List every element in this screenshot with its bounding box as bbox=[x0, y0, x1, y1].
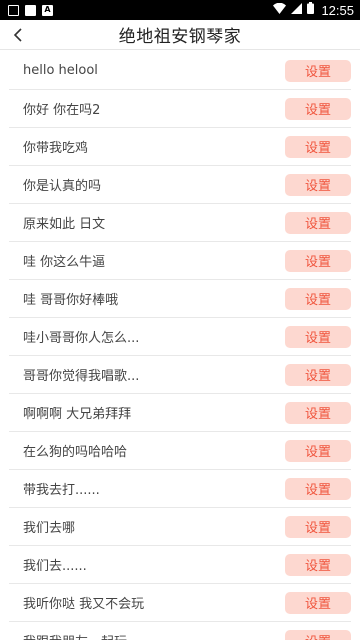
list-item-label: 你是认真的吗 bbox=[23, 179, 102, 194]
settings-button[interactable]: 设置 bbox=[285, 211, 351, 234]
settings-button[interactable]: 设置 bbox=[285, 287, 351, 310]
status-time: 12:55 bbox=[321, 2, 354, 18]
list-item: 啊啊啊 大兄弟拜拜 设置 bbox=[9, 394, 351, 432]
settings-button[interactable]: 设置 bbox=[285, 629, 351, 640]
list-item: 你是认真的吗 设置 bbox=[9, 166, 351, 204]
wifi-icon bbox=[273, 2, 287, 18]
list-item: 哇 哥哥你好棒哦 设置 bbox=[9, 280, 351, 318]
list-item-label: 啊啊啊 大兄弟拜拜 bbox=[23, 407, 132, 422]
list-item-label: 你好 你在吗2 bbox=[23, 103, 101, 118]
list-item: 原来如此 日文 设置 bbox=[9, 204, 351, 242]
notification-box-icon bbox=[8, 4, 19, 16]
list-item-label: 带我去打...... bbox=[23, 483, 100, 498]
list-item: 哇 你这么牛逼 设置 bbox=[9, 242, 351, 280]
settings-button[interactable]: 设置 bbox=[285, 135, 351, 158]
list-item: 你带我吃鸡 设置 bbox=[9, 128, 351, 166]
list-item-label: 哇小哥哥你人怎么... bbox=[23, 331, 140, 346]
settings-button[interactable]: 设置 bbox=[285, 439, 351, 462]
settings-button[interactable]: 设置 bbox=[285, 363, 351, 386]
settings-button[interactable]: 设置 bbox=[285, 591, 351, 614]
list-item-label: 我跟我朋友一起玩 bbox=[23, 631, 127, 640]
status-bar: A 12:55 bbox=[0, 0, 360, 20]
settings-list: hello helool 设置 你好 你在吗2 设置 你带我吃鸡 设置 你是认真的吗 设置 原来… bbox=[0, 52, 360, 640]
list-item: 我们去...... 设置 bbox=[9, 546, 351, 584]
list-item-label: 你带我吃鸡 bbox=[23, 141, 89, 156]
list-item: 哇小哥哥你人怎么... 设置 bbox=[9, 318, 351, 356]
list-item: hello helool 设置 bbox=[9, 52, 351, 90]
list-item: 你好 你在吗2 设置 bbox=[9, 90, 351, 128]
app-header: 绝地祖安钢琴家 bbox=[0, 20, 360, 50]
notification-a-icon: A bbox=[42, 4, 53, 16]
settings-button[interactable]: 设置 bbox=[285, 401, 351, 424]
page-title: 绝地祖安钢琴家 bbox=[118, 27, 242, 47]
list-item-label: 哇 哥哥你好棒哦 bbox=[23, 293, 119, 308]
list-item: 哥哥你觉得我唱歌... 设置 bbox=[9, 356, 351, 394]
settings-button[interactable]: 设置 bbox=[285, 553, 351, 576]
list-item: 在么狗的吗哈哈哈 设置 bbox=[9, 432, 351, 470]
status-system: 12:55 bbox=[273, 2, 354, 18]
settings-button[interactable]: 设置 bbox=[285, 249, 351, 272]
signal-icon bbox=[291, 2, 303, 18]
list-item-label: 哇 你这么牛逼 bbox=[23, 255, 106, 270]
settings-button[interactable]: 设置 bbox=[285, 477, 351, 500]
status-notifications: A bbox=[8, 4, 53, 16]
notification-filled-icon bbox=[25, 4, 36, 16]
list-item: 我们去哪 设置 bbox=[9, 508, 351, 546]
list-item: 我跟我朋友一起玩 设置 bbox=[9, 622, 351, 640]
list-item-label: hello helool bbox=[23, 63, 98, 78]
list-item-label: 原来如此 日文 bbox=[23, 217, 106, 232]
list-item-label: 哥哥你觉得我唱歌... bbox=[23, 369, 140, 384]
back-icon[interactable] bbox=[10, 26, 26, 44]
settings-button[interactable]: 设置 bbox=[285, 59, 351, 82]
list-item-label: 在么狗的吗哈哈哈 bbox=[23, 445, 128, 460]
settings-button[interactable]: 设置 bbox=[285, 515, 351, 538]
battery-icon bbox=[307, 2, 315, 18]
list-item: 带我去打...... 设置 bbox=[9, 470, 351, 508]
list-item-label: 我们去哪 bbox=[23, 521, 76, 536]
settings-button[interactable]: 设置 bbox=[285, 173, 351, 196]
list-item-label: 我听你哒 我又不会玩 bbox=[23, 597, 145, 612]
settings-button[interactable]: 设置 bbox=[285, 325, 351, 348]
list-item-label: 我们去...... bbox=[23, 559, 87, 574]
settings-button[interactable]: 设置 bbox=[285, 97, 351, 120]
list-item: 我听你哒 我又不会玩 设置 bbox=[9, 584, 351, 622]
